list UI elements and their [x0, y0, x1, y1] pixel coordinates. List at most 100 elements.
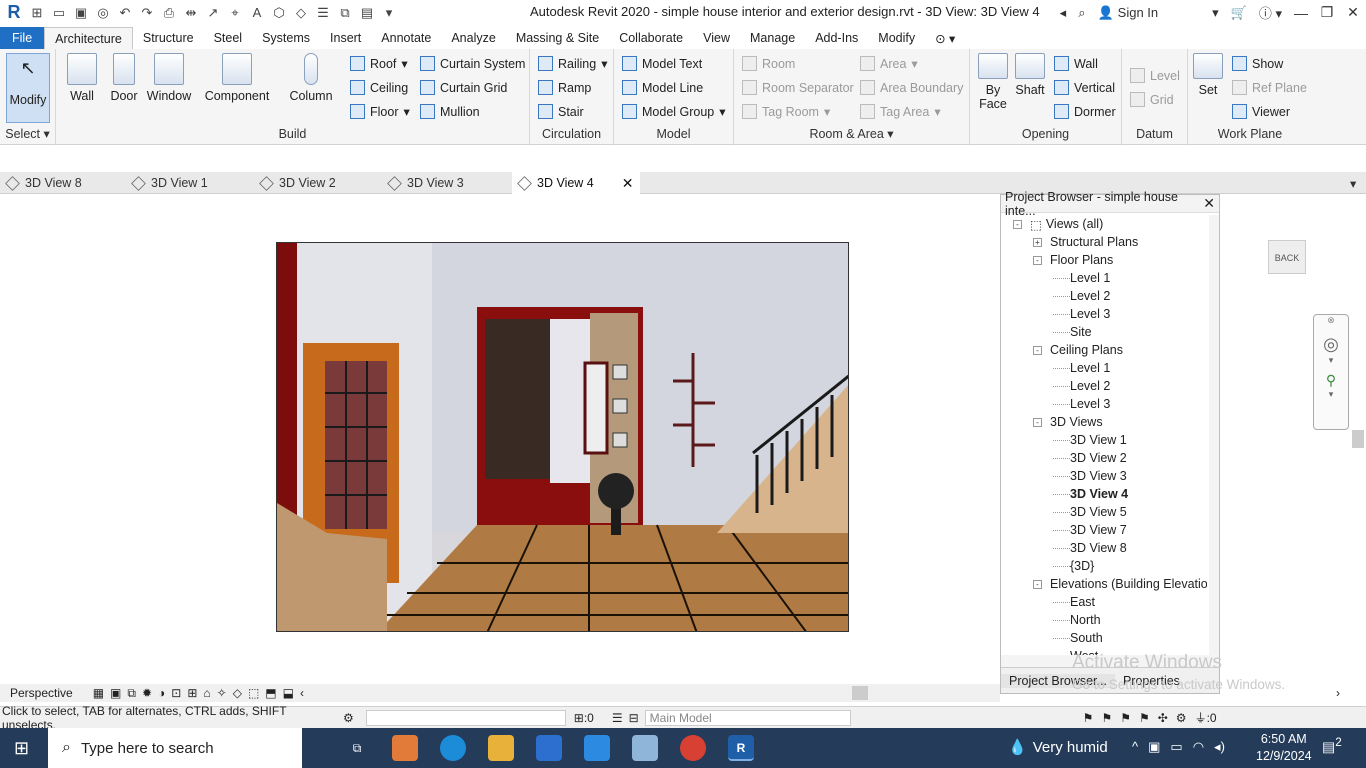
tree-node[interactable]: - Floor Plans: [1033, 251, 1113, 269]
tab-insert[interactable]: Insert: [320, 27, 371, 49]
tree-scrollbar[interactable]: [1209, 215, 1219, 655]
chevron-down-icon[interactable]: ▾: [1314, 389, 1348, 400]
background-processes-icon[interactable]: ⚙: [1176, 711, 1187, 725]
model-group-button[interactable]: Model Group ▾: [622, 104, 726, 119]
show-crop-icon[interactable]: ⊞: [187, 686, 197, 700]
visual-style-icon[interactable]: ⧉: [127, 686, 136, 701]
tag-icon[interactable]: ⌖: [226, 4, 244, 22]
curtain-system-button[interactable]: Curtain System: [420, 56, 525, 71]
volume-icon[interactable]: ◂): [1214, 739, 1225, 755]
tree-node[interactable]: - Ceiling Plans: [1033, 341, 1123, 359]
view-tab-3d-view-4[interactable]: 3D View 4 ✕: [512, 172, 640, 194]
tab-structure[interactable]: Structure: [133, 27, 204, 49]
save-icon[interactable]: ▣: [72, 4, 90, 22]
tab-steel[interactable]: Steel: [204, 27, 253, 49]
chrome-icon[interactable]: [680, 735, 706, 761]
detail-level-icon[interactable]: ▣: [110, 686, 121, 700]
floor-button[interactable]: Floor ▾: [350, 104, 410, 119]
undo-icon[interactable]: ↶: [116, 4, 134, 22]
battery-icon[interactable]: ▭: [1170, 739, 1182, 755]
notifications-button[interactable]: ▤2: [1322, 736, 1342, 756]
restore-button[interactable]: ❐: [1314, 4, 1340, 21]
tag-area-button[interactable]: Tag Area ▾: [860, 104, 941, 119]
view-tab-3d-view-1[interactable]: 3D View 1: [131, 172, 256, 194]
tree-node[interactable]: - Elevations (Building Elevation: [1033, 575, 1207, 593]
revit-taskbar-icon[interactable]: R: [728, 735, 754, 761]
close-button[interactable]: ✕: [1340, 4, 1366, 21]
tab-analyze[interactable]: Analyze: [441, 27, 505, 49]
tab-overflow-icon[interactable]: ▾: [1350, 172, 1364, 194]
redo-icon[interactable]: ↷: [138, 4, 156, 22]
select-underlay-icon[interactable]: ⚑: [1101, 711, 1112, 725]
tab-massing-site[interactable]: Massing & Site: [506, 27, 609, 49]
set-button[interactable]: Set: [1190, 53, 1226, 97]
tree-node[interactable]: {3D}: [1053, 557, 1094, 575]
text-icon[interactable]: A: [248, 4, 266, 22]
ref-plane-button[interactable]: Ref Plane: [1232, 80, 1307, 95]
tab-architecture[interactable]: Architecture: [44, 27, 133, 49]
camera-icon[interactable]: ▣: [1148, 739, 1160, 755]
area-boundary-button[interactable]: Area Boundary: [860, 80, 963, 95]
tree-node[interactable]: Level 2: [1053, 287, 1110, 305]
tree-node[interactable]: Level 3: [1053, 305, 1110, 323]
app-icon[interactable]: [632, 735, 658, 761]
mullion-button[interactable]: Mullion: [420, 104, 480, 119]
constraints-icon[interactable]: ⬓: [283, 686, 294, 700]
wifi-icon[interactable]: ◠: [1193, 739, 1204, 755]
grid-button[interactable]: Grid: [1130, 92, 1174, 107]
store-icon[interactable]: [536, 735, 562, 761]
close-icon[interactable]: ⊗: [1314, 315, 1348, 326]
collapse-icon[interactable]: -: [1033, 345, 1042, 355]
lock-view-icon[interactable]: ⌂: [203, 686, 210, 700]
window-button[interactable]: Window: [146, 53, 192, 103]
close-tab-icon[interactable]: ✕: [622, 175, 634, 192]
close-icon[interactable]: ✕: [1203, 195, 1215, 212]
3d-viewport-render[interactable]: [276, 242, 849, 632]
ceiling-button[interactable]: Ceiling: [350, 80, 408, 95]
analytical-model-icon[interactable]: ⬚: [248, 686, 259, 700]
tree-node[interactable]: Level 2: [1053, 377, 1110, 395]
railing-button[interactable]: Railing ▾: [538, 56, 608, 71]
shadows-icon[interactable]: ◑: [158, 686, 165, 700]
model-text-button[interactable]: Model Text: [622, 56, 702, 71]
view-tab-3d-view-2[interactable]: 3D View 2: [259, 172, 384, 194]
wall-button[interactable]: Wall: [64, 53, 100, 103]
section-icon[interactable]: ◇: [292, 4, 310, 22]
stair-button[interactable]: Stair: [538, 104, 584, 119]
crop-view-icon[interactable]: ⊡: [171, 686, 181, 700]
select-by-face-icon[interactable]: ⚑: [1139, 711, 1150, 725]
room-separator-button[interactable]: Room Separator: [742, 80, 854, 95]
tree-node[interactable]: Level 1: [1053, 359, 1110, 377]
collapse-icon[interactable]: -: [1033, 579, 1042, 589]
info-center-arrow[interactable]: ◂: [1060, 5, 1067, 21]
model-line-button[interactable]: Model Line: [622, 80, 703, 95]
select-pinned-icon[interactable]: ⚑: [1120, 711, 1131, 725]
zoom-icon[interactable]: ⚲: [1314, 372, 1348, 389]
open-icon[interactable]: ▭: [50, 4, 68, 22]
tab-manage[interactable]: Manage: [740, 27, 805, 49]
clock[interactable]: 6:50 AM 12/9/2024: [1256, 731, 1312, 765]
steering-wheel-icon[interactable]: ◎: [1314, 334, 1348, 355]
cart-icon[interactable]: 🛒: [1231, 5, 1247, 21]
tree-node[interactable]: -3D Views: [1033, 413, 1103, 431]
close-hidden-windows-icon[interactable]: ⧉: [336, 4, 354, 22]
collapse-icon[interactable]: -: [1033, 255, 1042, 265]
collapse-icon[interactable]: -: [1013, 219, 1022, 229]
mail-icon[interactable]: [584, 735, 610, 761]
windows-start-icon[interactable]: ⊞: [14, 738, 29, 759]
roof-button[interactable]: Roof ▾: [350, 56, 408, 71]
edge-icon[interactable]: [440, 735, 466, 761]
room-button[interactable]: Room: [742, 56, 795, 71]
shaft-button[interactable]: Shaft: [1012, 53, 1048, 97]
workset-dropdown[interactable]: [365, 709, 566, 726]
sync-icon[interactable]: ◎: [94, 4, 112, 22]
column-button[interactable]: Column: [286, 53, 336, 103]
view-tab-3d-view-8[interactable]: 3D View 8: [4, 172, 128, 194]
scroll-right-icon[interactable]: ›: [1336, 686, 1340, 700]
sun-path-icon[interactable]: ✹: [142, 686, 152, 700]
tree-node[interactable]: 3D View 7: [1053, 521, 1127, 539]
thin-lines-icon[interactable]: ☰: [314, 4, 332, 22]
filter-icon[interactable]: ⏚: [1195, 709, 1207, 726]
tag-room-button[interactable]: Tag Room ▾: [742, 104, 830, 119]
select-dropdown[interactable]: Select ▾: [0, 126, 55, 141]
